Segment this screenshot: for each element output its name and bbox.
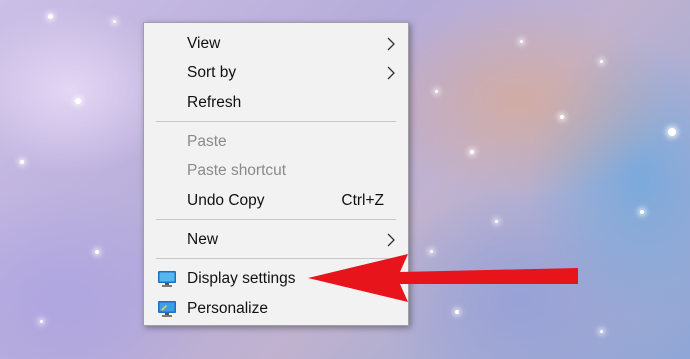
- star: [560, 115, 564, 119]
- menu-item-label: Sort by: [187, 63, 237, 81]
- red-arrow-annotation: [308, 254, 578, 302]
- star: [95, 250, 99, 254]
- menu-item-label: View: [187, 34, 221, 52]
- chevron-right-icon: [387, 66, 395, 79]
- menu-item-refresh[interactable]: Refresh: [144, 88, 408, 117]
- menu-item-view[interactable]: View: [144, 29, 408, 58]
- display-settings-icon: [158, 270, 176, 287]
- star: [48, 14, 53, 19]
- chevron-right-icon: [387, 233, 395, 246]
- star: [600, 330, 603, 333]
- star: [600, 60, 603, 63]
- menu-item-label: Paste shortcut: [187, 161, 287, 179]
- star: [520, 40, 523, 43]
- menu-item-label: Paste: [187, 132, 227, 150]
- star: [75, 98, 81, 104]
- arrow-shape: [308, 254, 578, 302]
- menu-item-label: Refresh: [187, 93, 242, 111]
- menu-item-paste-shortcut[interactable]: Paste shortcut: [144, 156, 408, 185]
- star: [40, 320, 43, 323]
- menu-item-label: Undo Copy: [187, 191, 265, 209]
- star: [640, 210, 644, 214]
- menu-item-label: Personalize: [187, 299, 268, 317]
- star: [435, 90, 438, 93]
- star: [470, 150, 474, 154]
- star: [668, 128, 676, 136]
- menu-separator: [156, 219, 396, 220]
- menu-item-paste[interactable]: Paste: [144, 127, 408, 156]
- chevron-right-icon: [387, 37, 395, 50]
- menu-item-shortcut: Ctrl+Z: [341, 191, 384, 209]
- menu-item-label: Display settings: [187, 269, 296, 287]
- star: [455, 310, 459, 314]
- menu-item-undo-copy[interactable]: Undo Copy Ctrl+Z: [144, 186, 408, 215]
- menu-separator: [156, 121, 396, 122]
- star: [20, 160, 24, 164]
- menu-item-label: New: [187, 230, 219, 248]
- star: [113, 20, 116, 23]
- star: [495, 220, 498, 223]
- personalize-icon: [158, 300, 176, 317]
- menu-item-sort-by[interactable]: Sort by: [144, 58, 408, 87]
